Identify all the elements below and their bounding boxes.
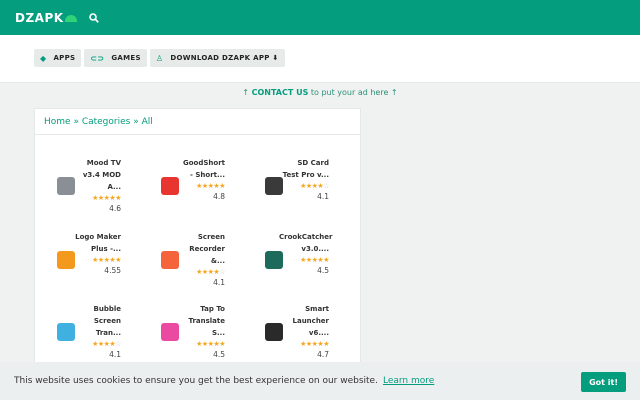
nav-apps-button[interactable]: ◆ APPS xyxy=(34,49,82,67)
star-rating: ★★★★★ xyxy=(196,182,225,190)
app-name[interactable]: Logo Maker Plus -... xyxy=(71,231,121,255)
app-card[interactable]: Bubble Screen Tran... ★★★★☆ 4.1 xyxy=(35,303,139,363)
nav-apps-label: APPS xyxy=(53,54,76,62)
ad-placeholder: ↑ CONTACT US to put your ad here ↑ xyxy=(0,88,640,100)
star-rating: ★★★★★ xyxy=(92,256,121,264)
app-name-line: Translate xyxy=(188,317,225,325)
app-name-line: Smart xyxy=(305,305,329,313)
nav-download-app-button[interactable]: ♙ DOWNLOAD DZAPK APP ⬇ xyxy=(149,49,285,67)
app-name[interactable]: Mood TV v3.4 MOD A... xyxy=(71,157,121,193)
app-name-line: Bubble xyxy=(93,305,122,313)
app-name-line: v3.0.... xyxy=(301,245,329,253)
star-rating: ★★★★☆ xyxy=(196,268,225,276)
nav-download-label: DOWNLOAD DZAPK APP ⬇ xyxy=(170,54,279,62)
app-name-line: SD Card xyxy=(297,159,329,167)
app-name-line: CrookCatcher xyxy=(279,233,333,241)
breadcrumb-categories[interactable]: Categories xyxy=(82,117,131,127)
app-card[interactable]: Tap To Translate S... ★★★★★ 4.5 xyxy=(139,303,243,363)
app-name-line: Tran... xyxy=(95,329,121,337)
app-card[interactable]: CrookCatcher v3.0.... ★★★★★ 4.5 xyxy=(243,231,347,291)
main-nav: ◆ APPS ⊂⊃ GAMES ♙ DOWNLOAD DZAPK APP ⬇ xyxy=(0,35,640,83)
app-name-line: &... xyxy=(210,257,225,265)
app-card[interactable]: Logo Maker Plus -... ★★★★★ 4.55 xyxy=(35,231,139,291)
logo-text: DZAPK xyxy=(15,10,64,25)
app-name[interactable]: SD Card Test Pro v... xyxy=(279,157,329,181)
app-name-line: Recorder xyxy=(189,245,225,253)
rating-value: 4.5 xyxy=(317,266,329,275)
nav-games-label: GAMES xyxy=(111,54,141,62)
app-card[interactable]: Mood TV v3.4 MOD A... ★★★★★ 4.6 xyxy=(35,157,139,217)
android-icon: ◆ xyxy=(40,53,47,63)
app-name-line: - Short... xyxy=(190,171,225,179)
ad-prefix: ↑ xyxy=(242,88,252,97)
star-rating: ★★★★☆ xyxy=(92,340,121,348)
breadcrumb-current[interactable]: All xyxy=(142,117,153,127)
app-card[interactable]: GoodShort - Short... ★★★★★ 4.8 xyxy=(139,157,243,217)
star-rating: ★★★★☆ xyxy=(300,182,329,190)
app-card[interactable]: Smart Launcher v6.... ★★★★★ 4.7 xyxy=(243,303,347,363)
rating-value: 4.1 xyxy=(317,192,329,201)
app-name[interactable]: Smart Launcher v6.... xyxy=(279,303,329,339)
app-name[interactable]: GoodShort - Short... xyxy=(175,157,225,181)
app-name-line: v6.... xyxy=(308,329,329,337)
app-card[interactable]: Screen Recorder &... ★★★★☆ 4.1 xyxy=(139,231,243,291)
app-name-line: Logo Maker xyxy=(75,233,121,241)
app-name-line: S... xyxy=(211,329,225,337)
breadcrumb-separator: » xyxy=(130,117,142,127)
app-card[interactable]: SD Card Test Pro v... ★★★★☆ 4.1 xyxy=(243,157,347,217)
rating-value: 4.7 xyxy=(317,350,329,359)
app-name-line: GoodShort xyxy=(182,159,225,167)
app-name-line: v3.4 MOD xyxy=(82,171,121,179)
breadcrumb-separator: » xyxy=(70,117,82,127)
search-icon[interactable] xyxy=(88,12,99,23)
app-name[interactable]: CrookCatcher v3.0.... xyxy=(279,231,333,255)
breadcrumb: Home » Categories » All xyxy=(35,109,360,135)
app-name-line: Tap To xyxy=(200,305,225,313)
app-name-line: Screen xyxy=(93,317,121,325)
rating-value: 4.8 xyxy=(213,192,225,201)
site-logo[interactable]: DZAPK xyxy=(15,11,77,25)
rating-value: 4.1 xyxy=(213,278,225,287)
contact-us-link[interactable]: CONTACT US xyxy=(252,88,309,97)
rating-value: 4.1 xyxy=(109,350,121,359)
learn-more-link[interactable]: Learn more xyxy=(383,376,434,386)
app-name[interactable]: Screen Recorder &... xyxy=(175,231,225,267)
top-bar: DZAPK xyxy=(0,0,640,35)
app-name-line: A... xyxy=(107,183,121,191)
star-rating: ★★★★★ xyxy=(92,194,121,202)
cookie-text: This website uses cookies to ensure you … xyxy=(14,376,378,386)
rating-value: 4.5 xyxy=(213,350,225,359)
rating-value: 4.55 xyxy=(104,266,121,275)
star-rating: ★★★★★ xyxy=(300,340,329,348)
app-name-line: Mood TV xyxy=(86,159,121,167)
android-outline-icon: ♙ xyxy=(155,53,164,63)
apps-panel: Home » Categories » All Mood TV v3.4 MOD A… xyxy=(34,108,361,370)
android-logo-icon xyxy=(64,15,77,22)
star-rating: ★★★★★ xyxy=(196,340,225,348)
app-name-line: Plus -... xyxy=(91,245,121,253)
breadcrumb-home[interactable]: Home xyxy=(44,117,71,127)
app-name[interactable]: Bubble Screen Tran... xyxy=(71,303,122,339)
app-name-line: Test Pro v... xyxy=(282,171,329,179)
ad-suffix: to put your ad here ↑ xyxy=(308,88,398,97)
app-name-line: Launcher xyxy=(292,317,329,325)
app-name[interactable]: Tap To Translate S... xyxy=(175,303,225,339)
app-name-line: Screen xyxy=(197,233,225,241)
nav-games-button[interactable]: ⊂⊃ GAMES xyxy=(84,49,147,67)
cookie-banner: This website uses cookies to ensure you … xyxy=(0,362,640,400)
rating-value: 4.6 xyxy=(109,204,121,213)
star-rating: ★★★★★ xyxy=(300,256,329,264)
gamepad-icon: ⊂⊃ xyxy=(90,53,105,63)
got-it-button[interactable]: Got it! xyxy=(581,372,626,392)
